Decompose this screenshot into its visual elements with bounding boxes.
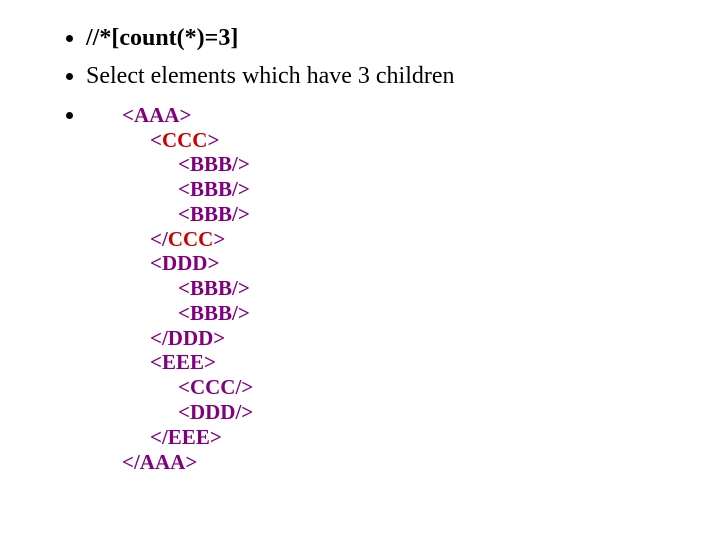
code-line: <BBB/> [122, 276, 720, 301]
bullet-list: //*[count(*)=3] Select elements which ha… [56, 22, 720, 474]
code-line: <BBB/> [122, 177, 720, 202]
code-line: </AAA> [122, 450, 720, 475]
code-line: <EEE> [122, 350, 720, 375]
code-line: <BBB/> [122, 202, 720, 227]
bullet-description: Select elements which have 3 children [86, 60, 720, 92]
xpath-expression: //*[count(*)=3] [86, 25, 238, 51]
bullet-code: <AAA> <CCC> <BBB/> <BBB/> <BBB/> </CCC> … [86, 99, 720, 474]
bullet-xpath: //*[count(*)=3] [86, 22, 720, 54]
code-line: </EEE> [122, 425, 720, 450]
code-line: <DDD/> [122, 400, 720, 425]
slide-content: //*[count(*)=3] Select elements which ha… [0, 0, 720, 474]
code-line: <BBB/> [122, 152, 720, 177]
code-line: </CCC> [122, 227, 720, 252]
code-line: </DDD> [122, 326, 720, 351]
code-line: <DDD> [122, 251, 720, 276]
code-line: <CCC> [122, 128, 720, 153]
code-line: <CCC/> [122, 375, 720, 400]
code-line: <AAA> [122, 103, 720, 128]
code-block: <AAA> <CCC> <BBB/> <BBB/> <BBB/> </CCC> … [86, 103, 720, 474]
code-line: <BBB/> [122, 301, 720, 326]
